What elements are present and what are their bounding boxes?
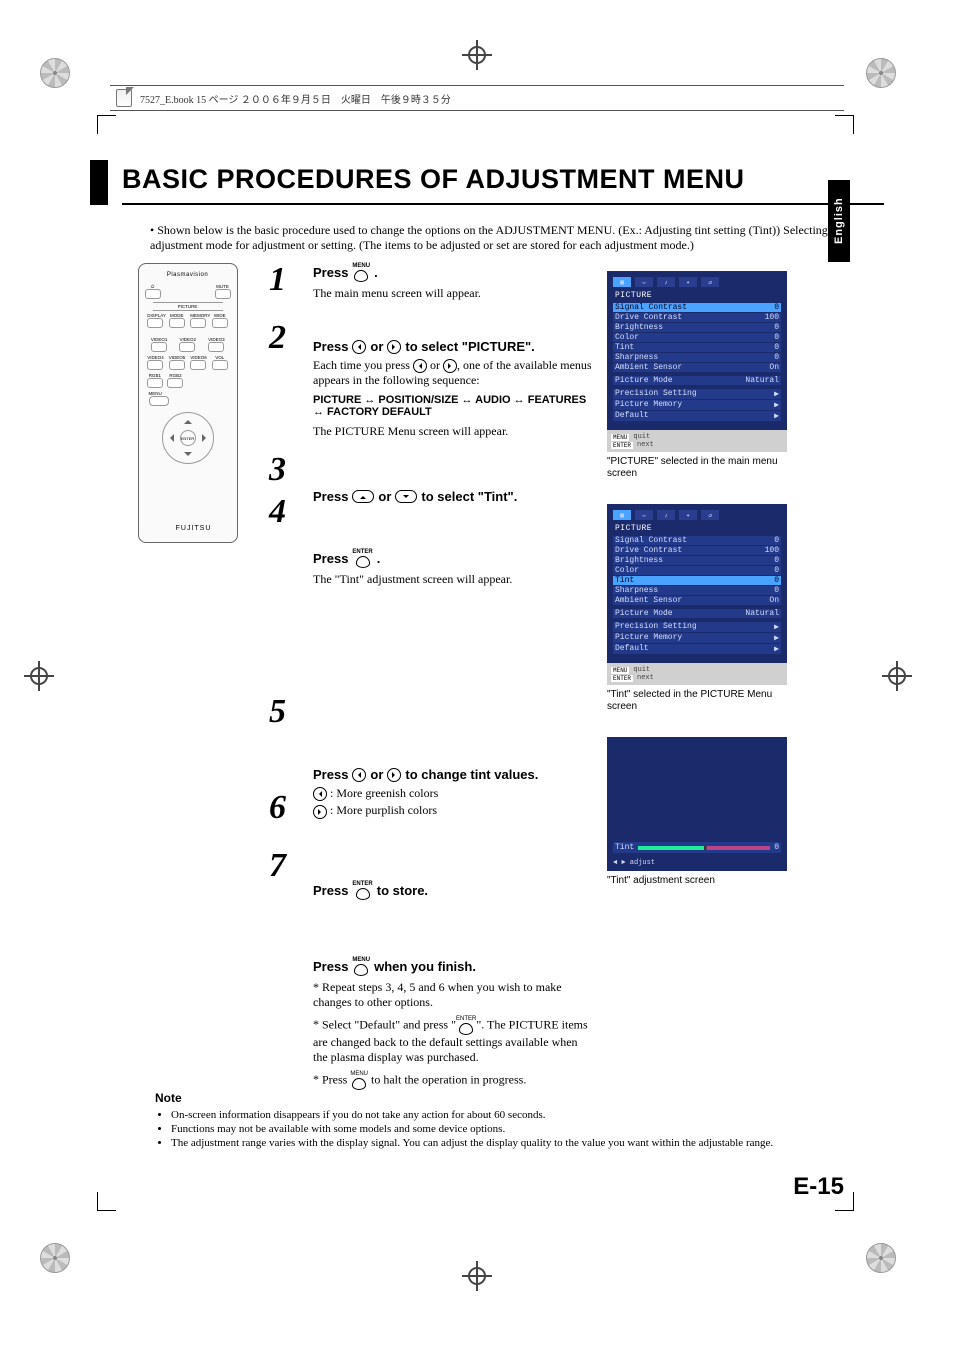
osd-item: Color0 — [613, 566, 781, 575]
osd-item: Drive Contrast100 — [613, 546, 781, 555]
osd-tab-icon: ✦ — [679, 277, 697, 287]
osd-tab-icon: ✦ — [679, 510, 697, 520]
language-tab: English — [828, 180, 850, 262]
note-item: On-screen information disappears if you … — [171, 1109, 844, 1121]
osd-item: Sharpness0 — [613, 586, 781, 595]
osd-adjust-bar — [638, 846, 770, 850]
page-number: E-15 — [793, 1173, 844, 1201]
remote-row-3: VIDEO1 VIDEO2 VIDEO3 — [145, 337, 231, 352]
notes-title: Note — [155, 1091, 844, 1105]
registration-mark-icon — [866, 58, 896, 88]
left-arrow-key-icon — [352, 340, 366, 354]
osd-tab-icon: ↺ — [701, 510, 719, 520]
crop-mark-icon — [468, 46, 486, 64]
osd-section-title: PICTURE — [615, 291, 781, 300]
manual-page: 7527_E.book 15 ページ ２００６年９月５日 火曜日 午後９時３５分… — [0, 0, 954, 1351]
osd-tab-icon: ♪ — [657, 510, 675, 520]
osd-item: Default▶ — [613, 411, 781, 421]
page-icon — [116, 89, 132, 107]
osd-tab-picture-icon: ▦ — [613, 510, 631, 520]
osd-item: Drive Contrast100 — [613, 313, 781, 322]
osd-item: Picture Memory▶ — [613, 400, 781, 410]
crop-mark-icon — [888, 667, 906, 685]
note-item: Functions may not be available with some… — [171, 1123, 844, 1135]
remote-menu-button — [149, 396, 169, 406]
remote-brand-top: Plasmavision — [145, 272, 231, 278]
osd-tab-picture-icon: ▦ — [613, 277, 631, 287]
title-block: BASIC PROCEDURES OF ADJUSTMENT MENU — [90, 160, 884, 205]
right-arrow-key-icon — [387, 340, 401, 354]
remote-left-icon — [166, 434, 174, 442]
osd-item: Precision Setting▶ — [613, 389, 781, 399]
remote-menu-label: MENU — [149, 391, 231, 396]
osd-item: Precision Setting▶ — [613, 622, 781, 632]
page-title: BASIC PROCEDURES OF ADJUSTMENT MENU — [122, 160, 884, 205]
registration-mark-icon — [40, 58, 70, 88]
osd-item: Signal Contrast0 — [613, 536, 781, 545]
osd-item: Signal Contrast0 — [613, 303, 781, 312]
osd-item: Ambient SensorOn — [613, 363, 781, 372]
osd-item: Color0 — [613, 333, 781, 342]
title-bar-icon — [90, 160, 108, 205]
osd-item: Brightness0 — [613, 556, 781, 565]
right-arrow-key-icon — [313, 805, 327, 819]
osd-item: Tint0 — [613, 576, 781, 585]
remote-row-2: DISPLAY MODE MEMORY WIDE — [145, 313, 231, 328]
up-arrow-key-icon — [352, 490, 374, 503]
remote-mute-button — [215, 289, 231, 299]
osd-tab-icon: ⇔ — [635, 510, 653, 520]
osd-adjust-hint: ◄ ► adjust — [613, 859, 655, 867]
registration-mark-icon — [866, 1243, 896, 1273]
osd-section-title: PICTURE — [615, 524, 781, 533]
osd-item: Picture Memory▶ — [613, 633, 781, 643]
running-header: 7527_E.book 15 ページ ２００６年９月５日 火曜日 午後９時３５分 — [110, 85, 844, 111]
right-arrow-key-icon — [387, 768, 401, 782]
crop-mark-icon — [468, 1267, 486, 1285]
notes-block: Note On-screen information disappears if… — [155, 1091, 844, 1151]
osd-item: Sharpness0 — [613, 353, 781, 362]
remote-right-icon — [202, 434, 210, 442]
crop-mark-icon — [30, 667, 48, 685]
remote-picture-label: PICTURE — [153, 302, 223, 311]
remote-row-5: RGB1 RGB2 — [145, 373, 231, 388]
osd-tab-icon: ♪ — [657, 277, 675, 287]
osd-tab-icon: ↺ — [701, 277, 719, 287]
down-arrow-key-icon — [395, 490, 417, 503]
remote-mute-label: MUTE — [215, 284, 231, 289]
remote-dpad: ENTER — [162, 412, 214, 464]
note-item: The adjustment range varies with the dis… — [171, 1137, 844, 1149]
remote-up-icon — [184, 416, 192, 424]
osd-adjust-label: Tint — [615, 843, 634, 852]
osd-tint-adjust: Tint 0 ◄ ► adjust "Tint" adjustment scre… — [607, 737, 787, 887]
remote-power-button — [145, 289, 161, 299]
remote-row-4: VIDEO4 VIDEO5 VIDEO6 VOL — [145, 355, 231, 370]
running-header-text: 7527_E.book 15 ページ ２００６年９月５日 火曜日 午後９時３５分 — [140, 91, 451, 106]
registration-mark-icon — [40, 1243, 70, 1273]
osd-item: Ambient SensorOn — [613, 596, 781, 605]
osd-item: Default▶ — [613, 644, 781, 654]
osd-item: Brightness0 — [613, 323, 781, 332]
remote-down-icon — [184, 452, 192, 460]
osd-adjust-value: 0 — [774, 843, 779, 852]
remote-brand-bottom: FUJITSU — [145, 525, 243, 532]
left-arrow-key-icon — [352, 768, 366, 782]
remote-enter-button: ENTER — [180, 430, 196, 446]
osd-item: Tint0 — [613, 343, 781, 352]
osd-tab-icon: ⇔ — [635, 277, 653, 287]
